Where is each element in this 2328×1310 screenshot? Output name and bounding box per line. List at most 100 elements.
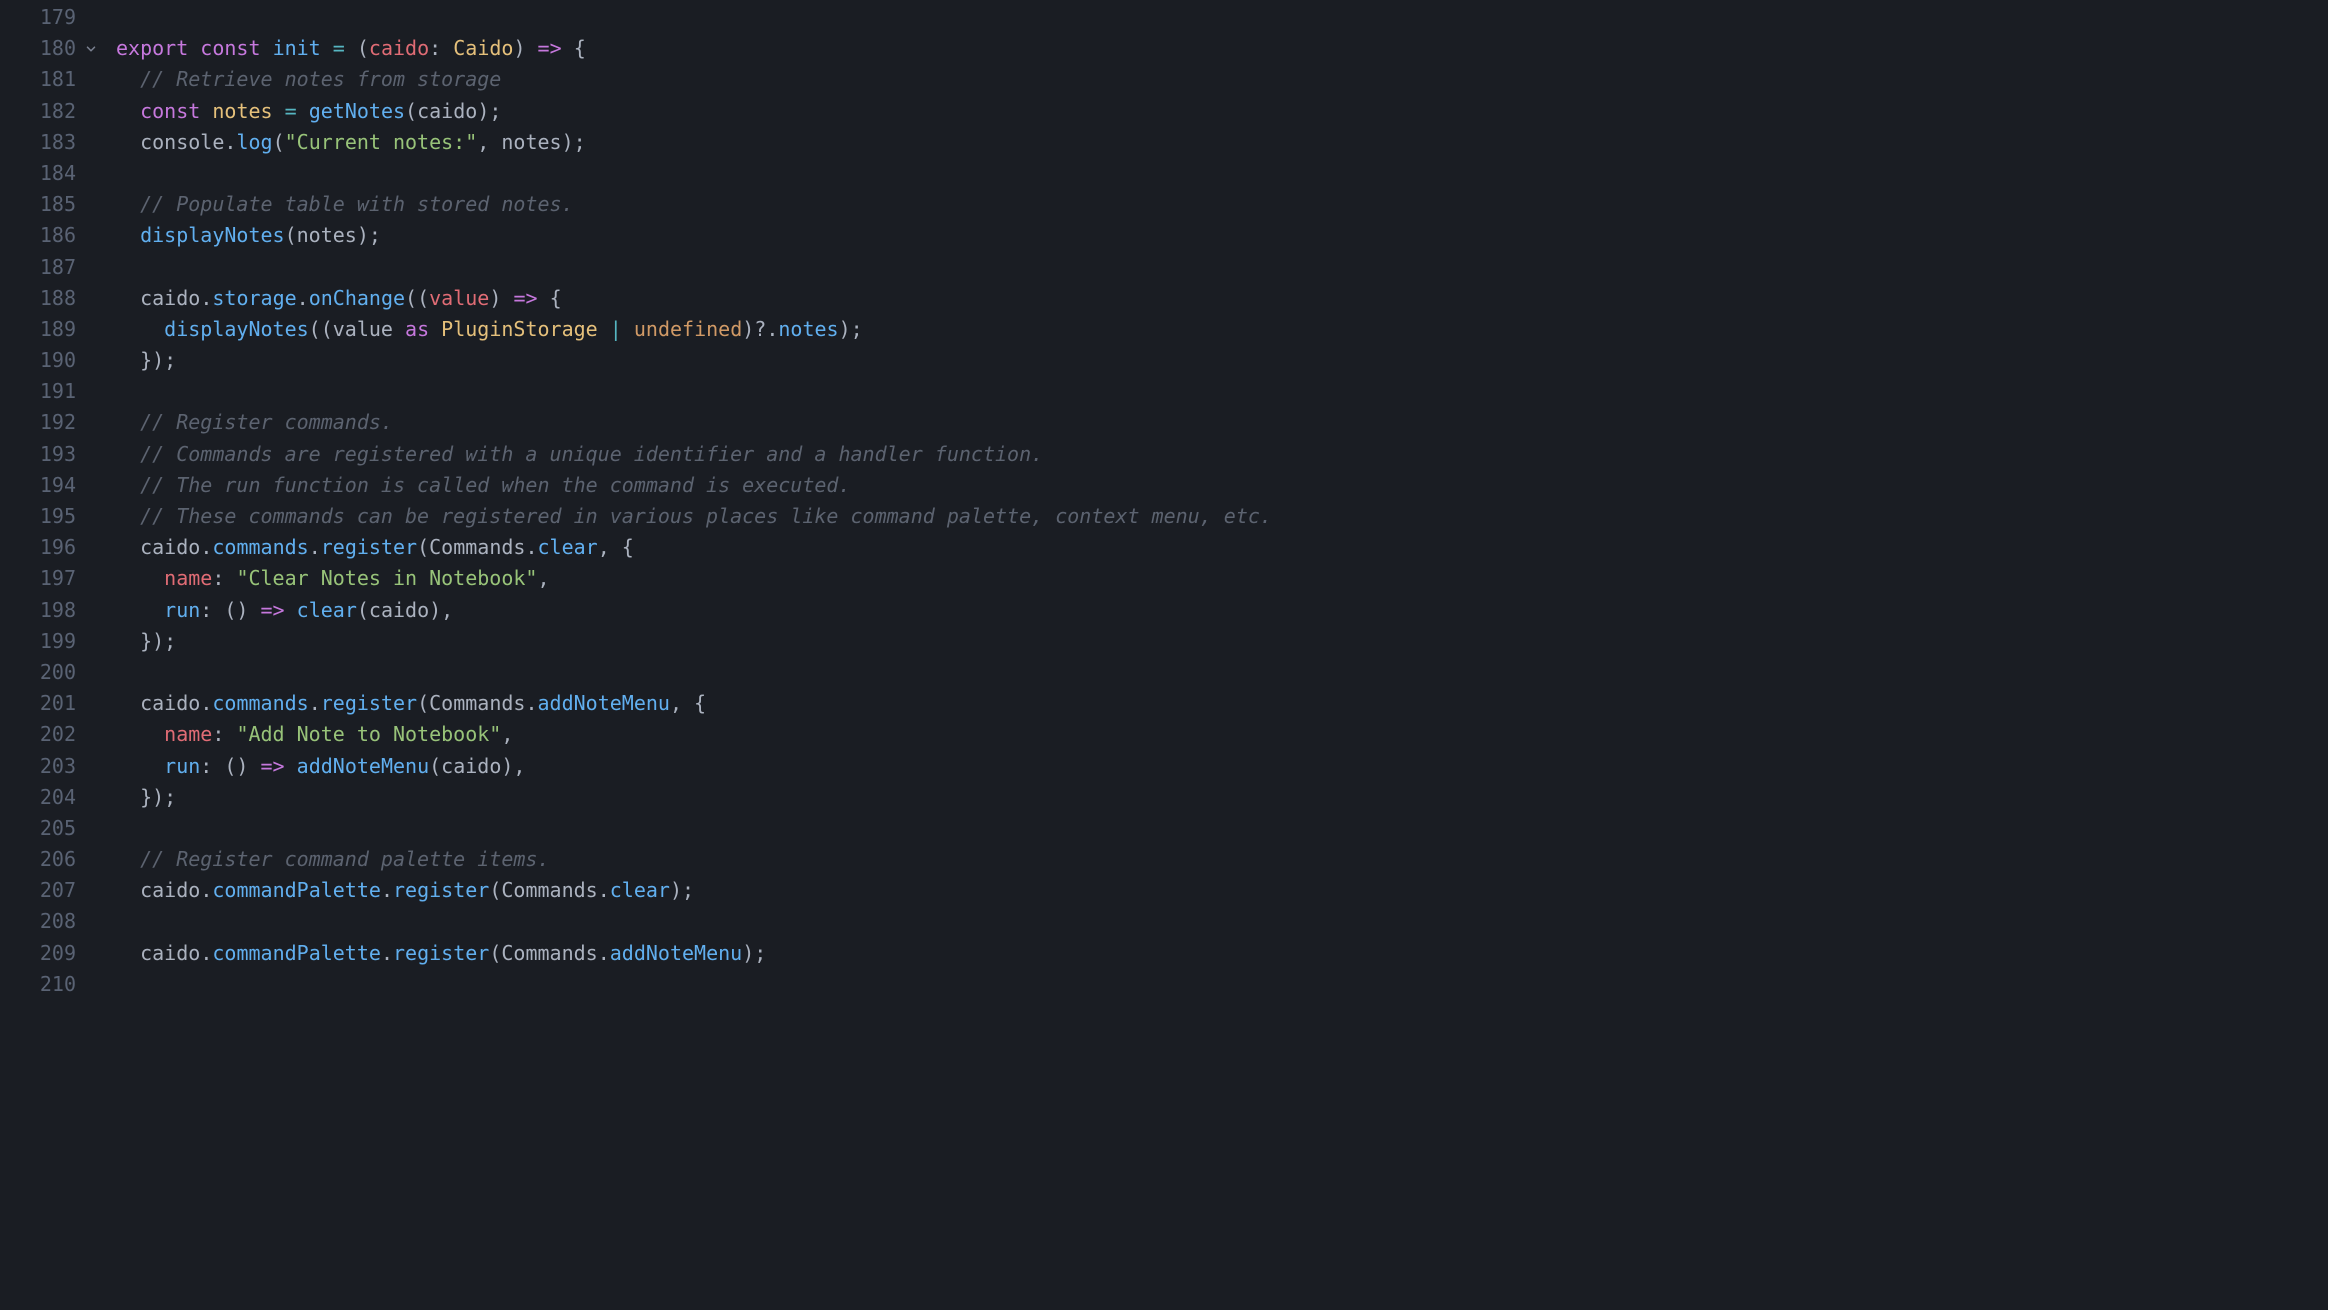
- line-number[interactable]: 198: [0, 595, 76, 626]
- code-token: [224, 566, 236, 590]
- code-token: (: [357, 36, 369, 60]
- line-number[interactable]: 195: [0, 501, 76, 532]
- code-line[interactable]: // These commands can be registered in v…: [108, 501, 2328, 532]
- line-number[interactable]: 179: [0, 2, 76, 33]
- code-token: notes: [212, 99, 272, 123]
- line-number[interactable]: 182: [0, 96, 76, 127]
- code-line[interactable]: export const init = (caido: Caido) => {: [108, 33, 2328, 64]
- code-token: .: [381, 941, 393, 965]
- line-number[interactable]: 200: [0, 657, 76, 688]
- line-number[interactable]: 204: [0, 782, 76, 813]
- line-number[interactable]: 197: [0, 563, 76, 594]
- code-token: run: [164, 598, 200, 622]
- line-number[interactable]: 184: [0, 158, 76, 189]
- code-line[interactable]: caido.storage.onChange((value) => {: [108, 283, 2328, 314]
- line-number[interactable]: 205: [0, 813, 76, 844]
- line-number[interactable]: 181: [0, 64, 76, 95]
- code-token: );: [839, 317, 863, 341]
- code-line[interactable]: // Register command palette items.: [108, 844, 2328, 875]
- code-token: [273, 99, 285, 123]
- line-number[interactable]: 203: [0, 751, 76, 782]
- line-number[interactable]: 190: [0, 345, 76, 376]
- code-line[interactable]: run: () => addNoteMenu(caido),: [108, 751, 2328, 782]
- code-line[interactable]: // Commands are registered with a unique…: [108, 439, 2328, 470]
- code-token: caido: [417, 99, 477, 123]
- code-line[interactable]: [108, 2, 2328, 33]
- line-number[interactable]: 202: [0, 719, 76, 750]
- code-line[interactable]: [108, 906, 2328, 937]
- code-line[interactable]: caido.commands.register(Commands.addNote…: [108, 688, 2328, 719]
- code-line[interactable]: console.log("Current notes:", notes);: [108, 127, 2328, 158]
- code-content[interactable]: export const init = (caido: Caido) => { …: [108, 2, 2328, 1310]
- code-line[interactable]: });: [108, 345, 2328, 376]
- code-token: [116, 691, 140, 715]
- code-line[interactable]: [108, 657, 2328, 688]
- line-number[interactable]: 207: [0, 875, 76, 906]
- line-number[interactable]: 201: [0, 688, 76, 719]
- code-line[interactable]: [108, 376, 2328, 407]
- line-number[interactable]: 196: [0, 532, 76, 563]
- code-line[interactable]: name: "Clear Notes in Notebook",: [108, 563, 2328, 594]
- line-number[interactable]: 192: [0, 407, 76, 438]
- line-number[interactable]: 194: [0, 470, 76, 501]
- code-line[interactable]: });: [108, 782, 2328, 813]
- code-line[interactable]: caido.commands.register(Commands.clear, …: [108, 532, 2328, 563]
- code-token: commands: [212, 691, 308, 715]
- code-token: [116, 504, 140, 528]
- line-number[interactable]: 209: [0, 938, 76, 969]
- code-line[interactable]: name: "Add Note to Notebook",: [108, 719, 2328, 750]
- code-token: [345, 36, 357, 60]
- chevron-down-icon[interactable]: [82, 40, 100, 58]
- code-token: });: [140, 785, 176, 809]
- code-line[interactable]: [108, 158, 2328, 189]
- code-line[interactable]: caido.commandPalette.register(Commands.c…: [108, 875, 2328, 906]
- code-editor[interactable]: 1791801811821831841851861871881891901911…: [0, 0, 2328, 1310]
- line-number-gutter[interactable]: 1791801811821831841851861871881891901911…: [0, 2, 108, 1310]
- code-token: console: [140, 130, 224, 154]
- code-line[interactable]: // Populate table with stored notes.: [108, 189, 2328, 220]
- code-token: (: [273, 130, 285, 154]
- code-line[interactable]: caido.commandPalette.register(Commands.a…: [108, 938, 2328, 969]
- code-token: =>: [261, 598, 285, 622]
- code-token: // These commands can be registered in v…: [140, 504, 1272, 528]
- code-line[interactable]: displayNotes(notes);: [108, 220, 2328, 251]
- line-number[interactable]: 183: [0, 127, 76, 158]
- line-number[interactable]: 206: [0, 844, 76, 875]
- line-number[interactable]: 210: [0, 969, 76, 1000]
- code-token: notes: [778, 317, 838, 341]
- code-token: [441, 36, 453, 60]
- code-token: =: [285, 99, 297, 123]
- code-line[interactable]: // Register commands.: [108, 407, 2328, 438]
- line-number[interactable]: 189: [0, 314, 76, 345]
- code-token: [116, 785, 140, 809]
- code-token: addNoteMenu: [610, 941, 742, 965]
- code-line[interactable]: [108, 969, 2328, 1000]
- code-token: caido: [369, 598, 429, 622]
- code-token: =>: [513, 286, 537, 310]
- code-token: (: [489, 878, 501, 902]
- code-line[interactable]: });: [108, 626, 2328, 657]
- code-token: [116, 348, 140, 372]
- line-number[interactable]: 193: [0, 439, 76, 470]
- code-line[interactable]: // Retrieve notes from storage: [108, 64, 2328, 95]
- code-token: value: [429, 286, 489, 310]
- line-number[interactable]: 188: [0, 283, 76, 314]
- line-number[interactable]: 186: [0, 220, 76, 251]
- line-number[interactable]: 180: [0, 33, 76, 64]
- code-line[interactable]: [108, 813, 2328, 844]
- code-line[interactable]: const notes = getNotes(caido);: [108, 96, 2328, 127]
- code-line[interactable]: run: () => clear(caido),: [108, 595, 2328, 626]
- line-number[interactable]: 185: [0, 189, 76, 220]
- line-number[interactable]: 199: [0, 626, 76, 657]
- line-number[interactable]: 187: [0, 252, 76, 283]
- code-token: :: [212, 722, 224, 746]
- code-line[interactable]: displayNotes((value as PluginStorage | u…: [108, 314, 2328, 345]
- code-token: {: [574, 36, 586, 60]
- code-token: .: [200, 535, 212, 559]
- code-token: ,: [477, 130, 501, 154]
- code-line[interactable]: [108, 252, 2328, 283]
- code-token: addNoteMenu: [297, 754, 429, 778]
- code-line[interactable]: // The run function is called when the c…: [108, 470, 2328, 501]
- line-number[interactable]: 208: [0, 906, 76, 937]
- line-number[interactable]: 191: [0, 376, 76, 407]
